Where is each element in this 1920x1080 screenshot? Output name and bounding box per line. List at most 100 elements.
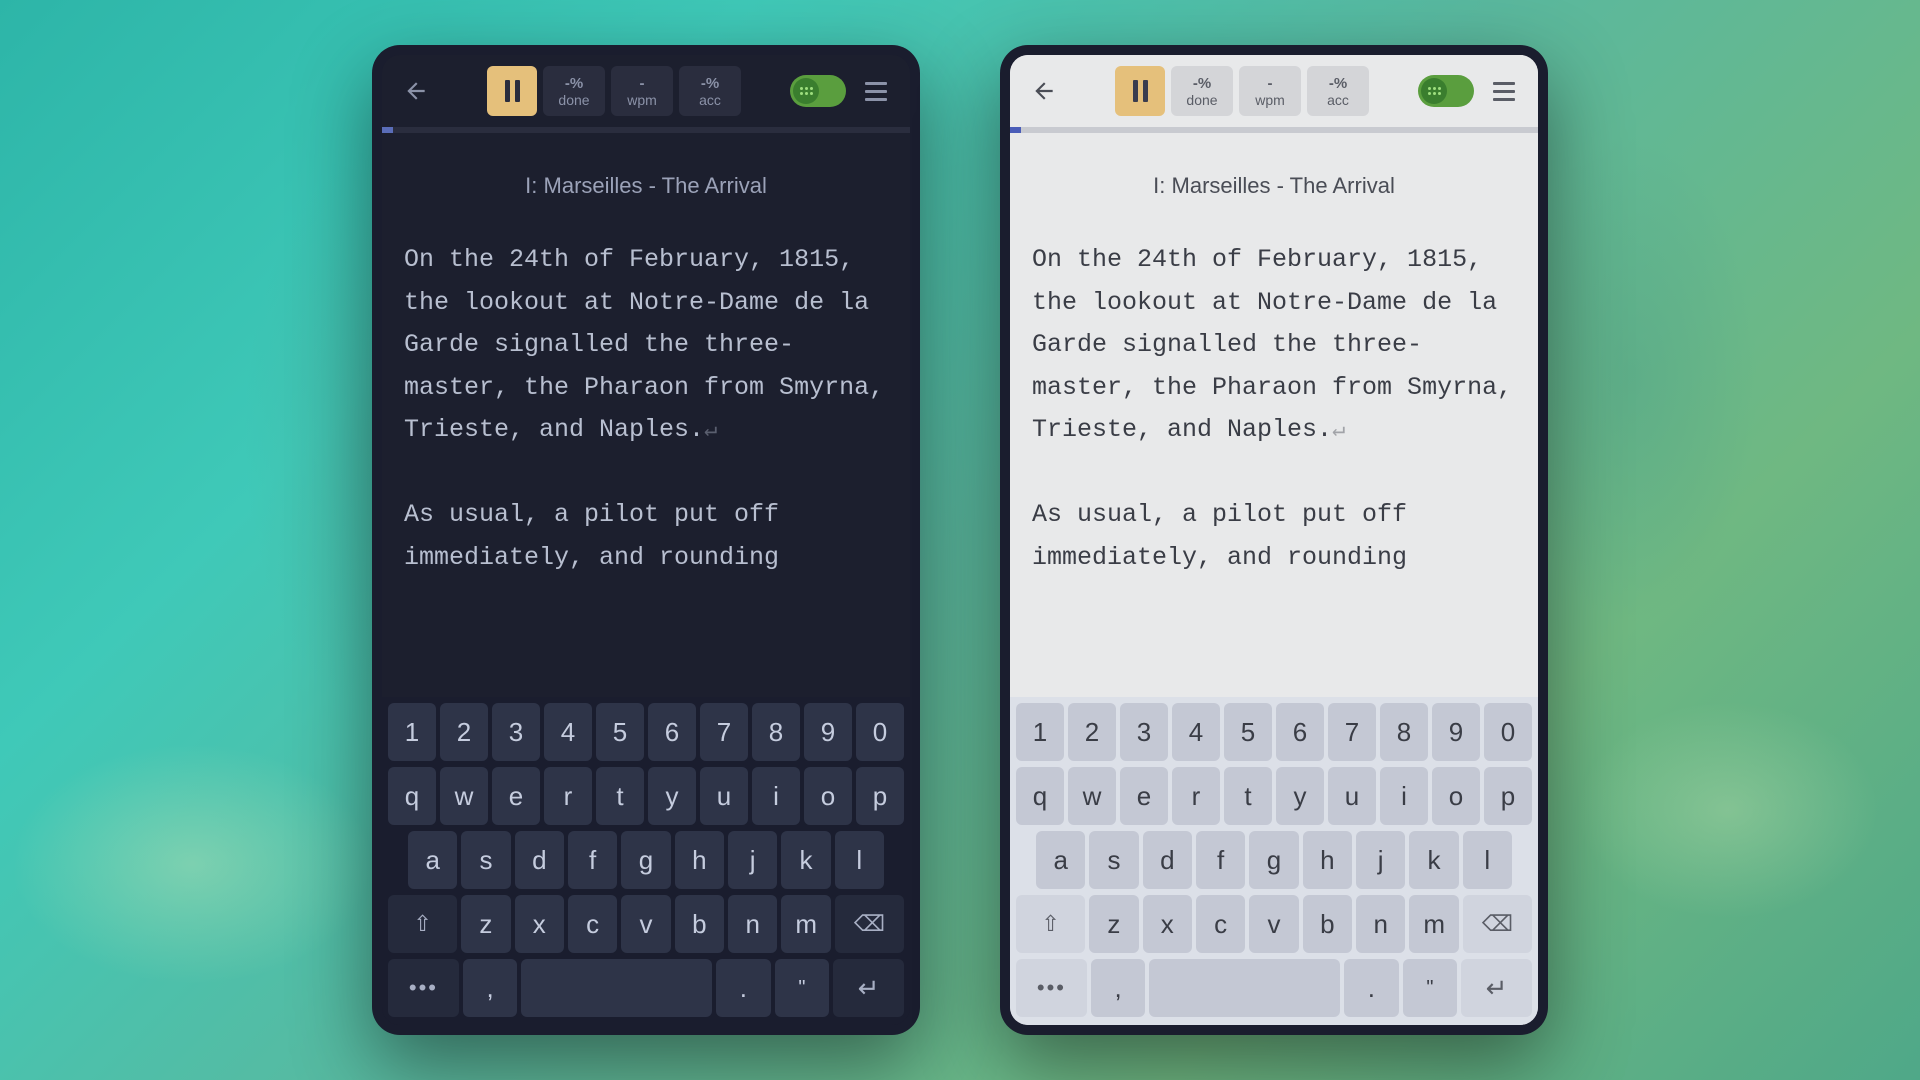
key-v[interactable]: v	[621, 895, 670, 953]
keyboard-toggle[interactable]	[790, 75, 846, 107]
key-m[interactable]: m	[781, 895, 830, 953]
key-y[interactable]: y	[648, 767, 696, 825]
key-f[interactable]: f	[1196, 831, 1245, 889]
key-x[interactable]: x	[515, 895, 564, 953]
key-4[interactable]: 4	[544, 703, 592, 761]
key-n[interactable]: n	[1356, 895, 1405, 953]
key-comma[interactable]: ,	[1091, 959, 1146, 1017]
key-0[interactable]: 0	[1484, 703, 1532, 761]
key-a[interactable]: a	[1036, 831, 1085, 889]
key-more[interactable]: •••	[388, 959, 459, 1017]
key-0[interactable]: 0	[856, 703, 904, 761]
back-button[interactable]	[1022, 69, 1066, 113]
key-enter[interactable]: ↵	[833, 959, 904, 1017]
key-3[interactable]: 3	[492, 703, 540, 761]
key-b[interactable]: b	[675, 895, 724, 953]
key-6[interactable]: 6	[648, 703, 696, 761]
key-3[interactable]: 3	[1120, 703, 1168, 761]
key-o[interactable]: o	[804, 767, 852, 825]
key-s[interactable]: s	[1089, 831, 1138, 889]
key-5[interactable]: 5	[596, 703, 644, 761]
back-button[interactable]	[394, 69, 438, 113]
pause-button[interactable]	[487, 66, 537, 116]
key-quote[interactable]: "	[1403, 959, 1458, 1017]
stat-done-value: -%	[565, 75, 583, 92]
key-q[interactable]: q	[1016, 767, 1064, 825]
pause-icon	[505, 80, 520, 102]
paragraph-2: As usual, a pilot put off immediately, a…	[404, 500, 794, 572]
key-8[interactable]: 8	[752, 703, 800, 761]
key-k[interactable]: k	[781, 831, 830, 889]
key-s[interactable]: s	[461, 831, 510, 889]
key-9[interactable]: 9	[804, 703, 852, 761]
key-1[interactable]: 1	[1016, 703, 1064, 761]
key-t[interactable]: t	[1224, 767, 1272, 825]
key-7[interactable]: 7	[700, 703, 748, 761]
key-h[interactable]: h	[675, 831, 724, 889]
menu-button[interactable]	[854, 69, 898, 113]
stat-wpm: - wpm	[1239, 66, 1301, 116]
key-v[interactable]: v	[1249, 895, 1298, 953]
key-8[interactable]: 8	[1380, 703, 1428, 761]
key-e[interactable]: e	[1120, 767, 1168, 825]
key-y[interactable]: y	[1276, 767, 1324, 825]
key-space[interactable]	[521, 959, 712, 1017]
key-7[interactable]: 7	[1328, 703, 1376, 761]
key-enter[interactable]: ↵	[1461, 959, 1532, 1017]
key-j[interactable]: j	[728, 831, 777, 889]
key-c[interactable]: c	[1196, 895, 1245, 953]
key-e[interactable]: e	[492, 767, 540, 825]
key-l[interactable]: l	[1463, 831, 1512, 889]
key-z[interactable]: z	[1089, 895, 1138, 953]
key-quote[interactable]: "	[775, 959, 830, 1017]
key-1[interactable]: 1	[388, 703, 436, 761]
key-period[interactable]: .	[716, 959, 771, 1017]
key-5[interactable]: 5	[1224, 703, 1272, 761]
key-g[interactable]: g	[621, 831, 670, 889]
key-u[interactable]: u	[700, 767, 748, 825]
key-x[interactable]: x	[1143, 895, 1192, 953]
key-9[interactable]: 9	[1432, 703, 1480, 761]
menu-button[interactable]	[1482, 69, 1526, 113]
key-shift[interactable]: ⇧	[1016, 895, 1085, 953]
pause-button[interactable]	[1115, 66, 1165, 116]
key-o[interactable]: o	[1432, 767, 1480, 825]
key-i[interactable]: i	[752, 767, 800, 825]
keyboard-toggle[interactable]	[1418, 75, 1474, 107]
key-l[interactable]: l	[835, 831, 884, 889]
key-space[interactable]	[1149, 959, 1340, 1017]
key-r[interactable]: r	[544, 767, 592, 825]
key-d[interactable]: d	[515, 831, 564, 889]
key-a[interactable]: a	[408, 831, 457, 889]
key-6[interactable]: 6	[1276, 703, 1324, 761]
key-h[interactable]: h	[1303, 831, 1352, 889]
key-4[interactable]: 4	[1172, 703, 1220, 761]
key-2[interactable]: 2	[1068, 703, 1116, 761]
key-j[interactable]: j	[1356, 831, 1405, 889]
key-f[interactable]: f	[568, 831, 617, 889]
key-u[interactable]: u	[1328, 767, 1376, 825]
key-b[interactable]: b	[1303, 895, 1352, 953]
key-p[interactable]: p	[1484, 767, 1532, 825]
key-p[interactable]: p	[856, 767, 904, 825]
key-r[interactable]: r	[1172, 767, 1220, 825]
key-d[interactable]: d	[1143, 831, 1192, 889]
key-more[interactable]: •••	[1016, 959, 1087, 1017]
key-n[interactable]: n	[728, 895, 777, 953]
key-2[interactable]: 2	[440, 703, 488, 761]
key-comma[interactable]: ,	[463, 959, 518, 1017]
key-q[interactable]: q	[388, 767, 436, 825]
key-m[interactable]: m	[1409, 895, 1458, 953]
key-shift[interactable]: ⇧	[388, 895, 457, 953]
key-z[interactable]: z	[461, 895, 510, 953]
key-period[interactable]: .	[1344, 959, 1399, 1017]
key-backspace[interactable]: ⌫	[835, 895, 904, 953]
key-g[interactable]: g	[1249, 831, 1298, 889]
key-backspace[interactable]: ⌫	[1463, 895, 1532, 953]
key-c[interactable]: c	[568, 895, 617, 953]
key-w[interactable]: w	[440, 767, 488, 825]
key-w[interactable]: w	[1068, 767, 1116, 825]
key-t[interactable]: t	[596, 767, 644, 825]
key-i[interactable]: i	[1380, 767, 1428, 825]
key-k[interactable]: k	[1409, 831, 1458, 889]
